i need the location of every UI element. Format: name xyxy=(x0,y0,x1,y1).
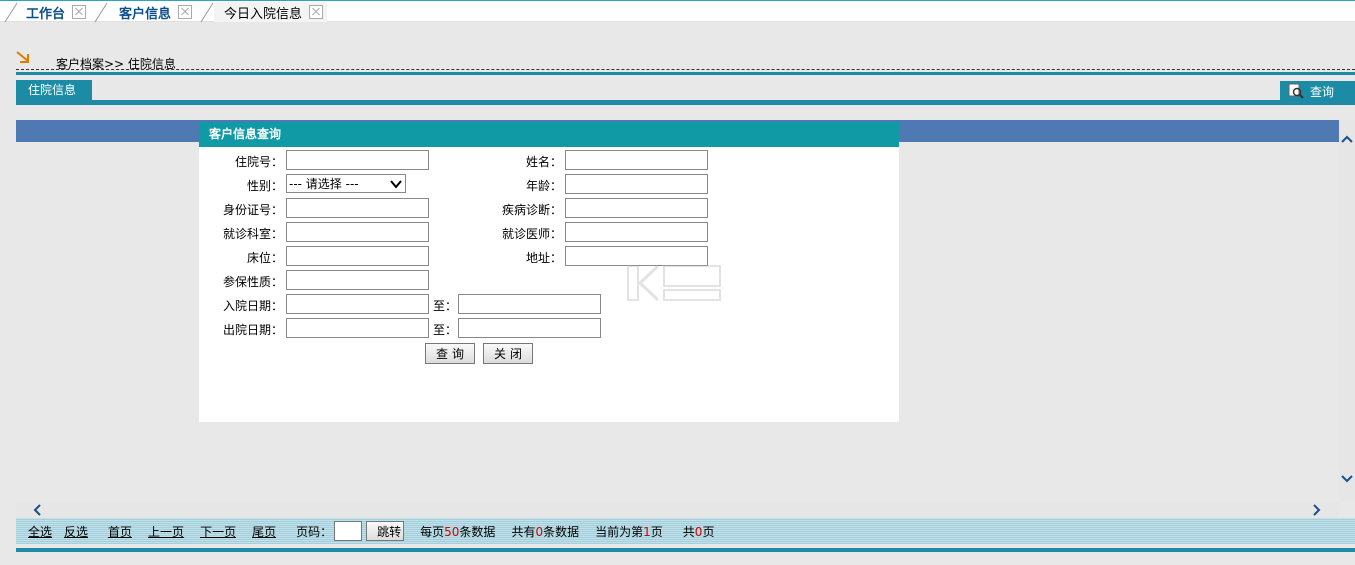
discharge-date-label: 出院日期： xyxy=(222,323,283,337)
tab-label: 工作台 xyxy=(26,6,66,22)
admit-date-from-input[interactable] xyxy=(286,294,429,314)
per-page-info: 每页50条数据 xyxy=(420,523,495,540)
diagnosis-input[interactable] xyxy=(565,198,708,218)
query-button[interactable]: 查询 xyxy=(1280,81,1355,101)
search-icon xyxy=(1288,83,1304,99)
query-button-label: 查询 xyxy=(1310,84,1335,99)
tab-separator xyxy=(94,2,108,23)
divider-band xyxy=(16,72,1355,75)
divider-band xyxy=(16,548,1355,552)
page-number-label: 页码： xyxy=(296,524,333,539)
per-page-count: 50 xyxy=(444,524,460,539)
total-count: 0 xyxy=(535,524,544,539)
prev-page-link[interactable]: 上一页 xyxy=(148,523,184,540)
id-card-label: 身份证号： xyxy=(222,203,283,217)
page-number-input[interactable] xyxy=(334,521,363,541)
id-card-input[interactable] xyxy=(286,198,429,218)
horizontal-scrollbar[interactable] xyxy=(16,502,1339,518)
gender-label: 性别： xyxy=(246,179,283,193)
admit-date-to-input[interactable] xyxy=(458,294,601,314)
dialog-title: 客户信息查询 xyxy=(199,122,899,147)
tab-separator xyxy=(200,2,214,23)
pager: 全选 反选 首页 上一页 下一页 尾页 页码： 跳转 每页50条数据 共有0条数… xyxy=(16,518,1355,544)
last-page-link[interactable]: 尾页 xyxy=(252,523,276,540)
department-label: 就诊科室： xyxy=(222,227,283,241)
department-input[interactable] xyxy=(286,222,429,242)
tab-customer-info[interactable]: 客户信息 xyxy=(119,2,193,22)
per-page-prefix: 每页 xyxy=(420,524,445,539)
dialog-query-button[interactable]: 查询 xyxy=(425,343,475,364)
section-tab-admission[interactable]: 住院信息 xyxy=(16,80,92,100)
total-suffix: 条数据 xyxy=(543,524,580,539)
current-prefix: 当前为第 xyxy=(595,524,644,539)
discharge-date-to-input[interactable] xyxy=(458,318,601,338)
gender-select[interactable]: --- 请选择 --- xyxy=(286,174,406,193)
vertical-scrollbar[interactable] xyxy=(1339,120,1355,502)
total-prefix: 共有 xyxy=(511,524,536,539)
chevron-down-icon[interactable] xyxy=(1341,474,1353,484)
customer-query-dialog: 客户信息查询 住院号： 姓名： 性别： --- 请选择 --- 年龄： 身份证号… xyxy=(199,122,899,422)
tab-today-admission[interactable]: 今日入院信息 xyxy=(214,2,328,22)
divider xyxy=(16,69,1355,70)
discharge-date-to-label: 至： xyxy=(433,323,458,337)
age-input[interactable] xyxy=(565,174,708,194)
total-info: 共有0条数据 xyxy=(511,523,579,540)
close-icon[interactable] xyxy=(72,5,87,19)
close-icon[interactable] xyxy=(309,5,324,19)
next-page-link[interactable]: 下一页 xyxy=(200,523,236,540)
chevron-down-icon xyxy=(390,180,402,189)
gender-select-value: --- 请选择 --- xyxy=(289,177,359,191)
current-suffix: 页 xyxy=(650,524,663,539)
tab-label: 客户信息 xyxy=(119,6,172,22)
name-label: 姓名： xyxy=(525,155,562,169)
doctor-label: 就诊医师： xyxy=(501,227,562,241)
age-label: 年龄： xyxy=(525,179,562,193)
address-label: 地址： xyxy=(525,251,562,265)
bed-input[interactable] xyxy=(286,246,429,266)
select-all-link[interactable]: 全选 xyxy=(28,523,52,540)
arrow-down-right-icon xyxy=(16,51,29,63)
admission-no-input[interactable] xyxy=(286,150,429,170)
admit-date-label: 入院日期： xyxy=(222,299,283,313)
total-pages-info: 共0页 xyxy=(683,523,715,540)
chevron-left-icon[interactable] xyxy=(32,504,42,516)
divider-band xyxy=(16,100,1355,105)
tab-label: 今日入院信息 xyxy=(224,6,303,22)
pages-suffix: 页 xyxy=(702,524,715,539)
insurance-input[interactable] xyxy=(286,270,429,290)
tab-bar: 工作台 客户信息 今日入院信息 xyxy=(0,0,1355,23)
dialog-close-button[interactable]: 关闭 xyxy=(483,343,533,364)
doctor-input[interactable] xyxy=(565,222,708,242)
invert-selection-link[interactable]: 反选 xyxy=(64,523,88,540)
current-page: 1 xyxy=(643,524,651,539)
per-page-suffix: 条数据 xyxy=(459,524,496,539)
name-input[interactable] xyxy=(565,150,708,170)
tab-workbench[interactable]: 工作台 xyxy=(26,2,87,22)
discharge-date-from-input[interactable] xyxy=(286,318,429,338)
bed-label: 床位： xyxy=(246,251,283,265)
current-page-info: 当前为第1页 xyxy=(595,523,663,540)
diagnosis-label: 疾病诊断： xyxy=(501,203,562,217)
insurance-label: 参保性质： xyxy=(222,275,283,289)
pages-prefix: 共 xyxy=(682,524,695,539)
chevron-right-icon[interactable] xyxy=(1312,504,1322,516)
admission-no-label: 住院号： xyxy=(234,155,283,169)
go-button[interactable]: 跳转 xyxy=(366,521,405,541)
admit-date-to-label: 至： xyxy=(433,299,458,313)
first-page-link[interactable]: 首页 xyxy=(108,523,132,540)
tab-separator xyxy=(4,2,18,23)
chevron-up-icon[interactable] xyxy=(1341,134,1353,144)
watermark-logo xyxy=(627,264,721,302)
close-icon[interactable] xyxy=(178,5,193,19)
